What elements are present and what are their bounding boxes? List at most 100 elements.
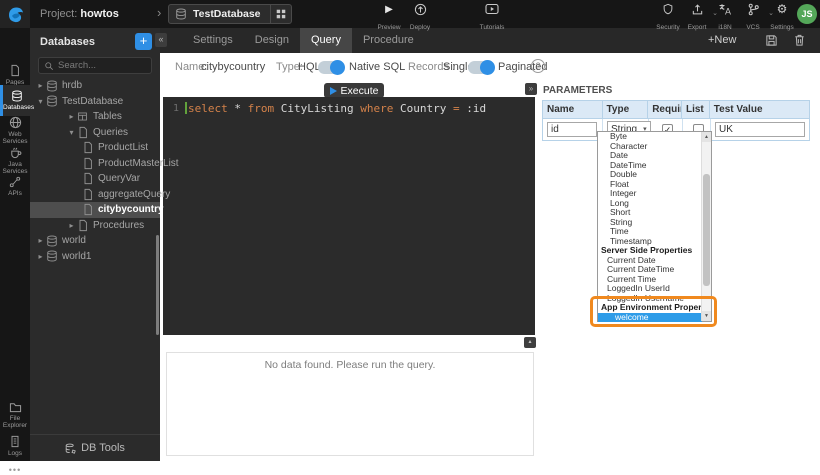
dropdown-option-current-time[interactable]: Current Time (598, 275, 702, 285)
dropdown-option-current-datetime[interactable]: Current DateTime (598, 265, 702, 275)
java-services-label: Java Services (0, 161, 30, 175)
app-logo-icon[interactable] (0, 0, 30, 28)
dropdown-option-timestamp[interactable]: Timestamp (598, 237, 702, 247)
tutorials-button[interactable]: Tutorials (475, 3, 509, 34)
tree-item-citybycountry[interactable]: citybycountry (30, 202, 160, 218)
tab-design[interactable]: Design (244, 28, 300, 53)
records-toggle[interactable] (468, 61, 494, 74)
tree-item-productmasterlist[interactable]: ProductMasterList (30, 156, 160, 172)
dropdown-option-short[interactable]: Short (598, 208, 702, 218)
deploy-button[interactable]: Deploy (403, 3, 437, 34)
dropdown-option-double[interactable]: Double (598, 170, 702, 180)
doc-icon (82, 157, 96, 170)
dropdown-group-server-side-properties[interactable]: Server Side Properties (598, 246, 702, 256)
type-dropdown-list: ByteCharacterDateDateTimeDoubleFloatInte… (597, 131, 712, 322)
sidebar-collapse-button[interactable]: « (155, 33, 167, 47)
tree-arrow-icon[interactable]: ▸ (35, 236, 46, 245)
tree-item-aggregatequery[interactable]: aggregateQuery (30, 187, 160, 203)
db-icon (46, 95, 60, 107)
records-toggle-knob (480, 60, 495, 75)
dropdown-scrollbar[interactable]: ▲ ▼ (701, 132, 711, 321)
dropdown-option-time[interactable]: Time (598, 227, 702, 237)
line-number: 1 (163, 103, 185, 114)
column-header-test-value: Test Value (710, 101, 809, 118)
tree-item-label: TestDatabase (62, 96, 123, 107)
rail-item-file-explorer[interactable]: File Explorer (0, 401, 30, 429)
dropdown-option-loggedin-userid[interactable]: LoggedIn UserId (598, 284, 702, 294)
scroll-up-icon[interactable]: ▲ (702, 132, 711, 142)
tree-arrow-icon[interactable]: ▾ (35, 97, 46, 106)
dropdown-option-loggedin-username[interactable]: LoggedIn Username (598, 294, 702, 304)
settings-button[interactable]: ⚙Settings⌄ (765, 3, 799, 34)
collapse-editor-button[interactable]: ▴ (524, 337, 536, 348)
tree-item-world[interactable]: ▸world (30, 233, 160, 249)
tree-arrow-icon[interactable]: ▾ (66, 128, 77, 137)
db-icon (46, 235, 60, 247)
rail-item-databases[interactable]: Databases (0, 85, 30, 116)
dropdown-option-welcome[interactable]: welcome (598, 313, 702, 323)
tree-item-tables[interactable]: ▸Tables (30, 109, 160, 125)
dropdown-option-current-date[interactable]: Current Date (598, 256, 702, 266)
sql-editor[interactable]: 1 select * from CityListing where Countr… (163, 97, 535, 335)
doc-icon (77, 126, 91, 139)
tree-item-testdatabase[interactable]: ▾ TestDatabase (30, 94, 160, 110)
search-placeholder: Search... (58, 60, 96, 71)
search-input[interactable]: Search... (38, 57, 152, 74)
param-name-input[interactable]: id (547, 122, 597, 137)
tree-item-productlist[interactable]: ProductList (30, 140, 160, 156)
execute-button[interactable]: Execute (324, 83, 384, 98)
tree-arrow-icon[interactable]: ▸ (35, 81, 46, 90)
tree-item-procedures[interactable]: ▸Procedures (30, 218, 160, 234)
dropdown-option-float[interactable]: Float (598, 180, 702, 190)
tab-settings[interactable]: Settings (182, 28, 244, 53)
rail-item-web-services[interactable]: Web Services (0, 116, 30, 145)
tree-item-label: citybycountry (98, 204, 164, 215)
help-icon[interactable]: ? (531, 59, 545, 73)
grid-view-icon[interactable] (270, 5, 291, 23)
dropdown-group-app-environment-properties[interactable]: App Environment Properties (598, 303, 702, 313)
preview-button[interactable]: ▶Preview (372, 3, 406, 34)
rail-item-apis[interactable]: APIs (0, 176, 30, 197)
scroll-down-icon[interactable]: ▼ (702, 311, 711, 321)
db-tools-icon (65, 443, 76, 454)
rail-item-pages[interactable]: Pages (0, 64, 30, 86)
save-icon[interactable] (765, 34, 778, 47)
type-toggle[interactable] (318, 61, 344, 74)
sql-code-line: select * from CityListing where Country … (188, 102, 486, 115)
dropdown-option-datetime[interactable]: DateTime (598, 161, 702, 171)
i18n-label: i18N (718, 24, 731, 31)
no-data-message: No data found. Please run the query. (167, 359, 533, 371)
user-avatar[interactable]: JS (797, 4, 817, 24)
rail-item-more[interactable]: ••• (0, 465, 30, 475)
dropdown-option-long[interactable]: Long (598, 199, 702, 209)
scrollbar-thumb[interactable] (703, 174, 710, 286)
tree-item-label: ProductList (98, 142, 148, 153)
expand-parameters-button[interactable]: » (525, 83, 537, 95)
trash-icon[interactable] (793, 33, 806, 47)
rail-item-logs[interactable]: Logs (0, 435, 30, 457)
db-tools-label: DB Tools (81, 442, 125, 454)
tree-arrow-icon[interactable]: ▸ (35, 252, 46, 261)
database-selector[interactable]: TestDatabase (168, 4, 292, 24)
tree-item-queries[interactable]: ▾Queries (30, 125, 160, 141)
tree-item-world1[interactable]: ▸world1 (30, 249, 160, 265)
sidebar-scrollbar[interactable] (156, 235, 159, 335)
rail-item-java-services[interactable]: Java Services (0, 146, 30, 175)
dropdown-option-date[interactable]: Date (598, 151, 702, 161)
tab-query[interactable]: Query (300, 28, 352, 53)
dropdown-option-integer[interactable]: Integer (598, 189, 702, 199)
param-testvalue-input[interactable]: UK (715, 122, 805, 137)
dropdown-option-string[interactable]: String (598, 218, 702, 228)
tree-arrow-icon[interactable]: ▸ (66, 112, 77, 121)
dropdown-option-character[interactable]: Character (598, 142, 702, 152)
new-query-button[interactable]: +New (708, 34, 736, 46)
column-header-required: Required (648, 101, 682, 118)
tree-item-hrdb[interactable]: ▸hrdb (30, 78, 160, 94)
type-toggle-knob (330, 60, 345, 75)
add-database-button[interactable]: + (135, 33, 152, 50)
tree-item-queryvar[interactable]: QueryVar (30, 171, 160, 187)
tree-arrow-icon[interactable]: ▸ (66, 221, 77, 230)
type-option-nativesql[interactable]: Native SQL (349, 61, 405, 73)
dropdown-option-byte[interactable]: Byte (598, 132, 702, 142)
db-tools-button[interactable]: DB Tools (30, 434, 160, 461)
